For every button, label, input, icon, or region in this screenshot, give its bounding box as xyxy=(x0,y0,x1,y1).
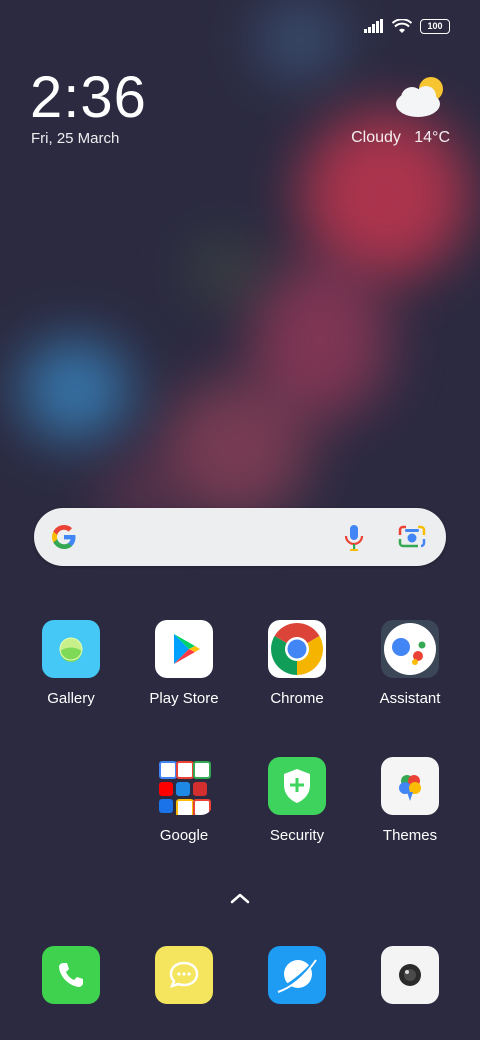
app-label: Security xyxy=(269,827,325,844)
app-play-store[interactable]: Play Store xyxy=(129,620,239,707)
play-store-icon xyxy=(155,620,213,678)
security-icon xyxy=(268,757,326,815)
microphone-icon[interactable] xyxy=(341,523,367,553)
cellular-signal-icon xyxy=(364,19,383,33)
app-assistant[interactable]: Assistant xyxy=(355,620,465,707)
dock-messaging[interactable] xyxy=(129,946,239,1004)
clock-time[interactable]: 2:36 xyxy=(30,68,147,128)
chrome-icon xyxy=(268,620,326,678)
google-lens-icon[interactable] xyxy=(398,524,426,550)
app-gallery[interactable]: Gallery xyxy=(16,620,126,707)
app-chrome[interactable]: Chrome xyxy=(242,620,352,707)
weather-text: Cloudy 14°C xyxy=(351,129,450,147)
wifi-icon xyxy=(392,18,412,33)
app-label: Themes xyxy=(382,827,438,844)
google-folder-icon xyxy=(155,757,213,815)
google-g-icon xyxy=(52,525,76,549)
google-search-bar[interactable] xyxy=(34,508,446,566)
battery-indicator: 100 xyxy=(420,18,450,34)
weather-widget[interactable]: Cloudy 14°C xyxy=(330,74,450,154)
dock-phone[interactable] xyxy=(16,946,126,1004)
assistant-icon xyxy=(381,620,439,678)
app-security[interactable]: Security xyxy=(242,757,352,844)
app-google-folder[interactable]: Google xyxy=(129,757,239,844)
clock-date[interactable]: Fri, 25 March xyxy=(31,130,119,147)
phone-icon xyxy=(42,946,100,1004)
app-label: Gallery xyxy=(47,690,95,707)
app-label: Play Store xyxy=(149,690,219,707)
app-label: Google xyxy=(159,827,209,844)
gallery-icon xyxy=(42,620,100,678)
browser-icon xyxy=(268,946,326,1004)
themes-icon xyxy=(381,757,439,815)
app-themes[interactable]: Themes xyxy=(355,757,465,844)
weather-temperature: 14°C xyxy=(414,129,450,146)
dock-camera[interactable] xyxy=(355,946,465,1004)
app-label: Assistant xyxy=(379,690,441,707)
weather-condition: Cloudy xyxy=(351,129,401,146)
app-label: Chrome xyxy=(270,690,324,707)
camera-icon xyxy=(381,946,439,1004)
app-drawer-arrow-icon[interactable] xyxy=(228,890,252,906)
dock-browser[interactable] xyxy=(242,946,352,1004)
messaging-icon xyxy=(155,946,213,1004)
partly-cloudy-icon xyxy=(396,77,443,117)
status-bar: 100 xyxy=(364,14,450,38)
